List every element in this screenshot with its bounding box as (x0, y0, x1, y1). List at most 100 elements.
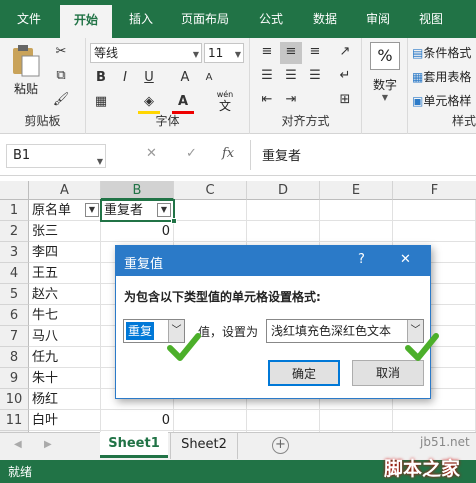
cell[interactable] (393, 221, 476, 242)
filter-dropdown-a[interactable]: ▼ (85, 203, 99, 217)
row-header[interactable]: 7 (0, 326, 29, 347)
font-color-button[interactable]: A (172, 92, 194, 114)
ok-button[interactable]: 确定 (268, 360, 340, 386)
col-header-d[interactable]: D (247, 181, 320, 200)
font-name-select[interactable]: 等线 ▼ (90, 43, 202, 63)
cell[interactable]: 王五 (29, 263, 101, 284)
name-box[interactable]: B1 ▼ (6, 144, 106, 168)
cell[interactable] (320, 200, 393, 221)
orientation-icon[interactable]: ↗ (334, 42, 356, 64)
format-select[interactable]: 浅红填充色深红色文本 ﹀ (266, 319, 424, 343)
paste-button[interactable]: 粘贴 (8, 44, 44, 96)
tab-page-layout[interactable]: 页面布局 (172, 0, 238, 38)
close-icon[interactable]: ✕ (400, 252, 411, 267)
cell[interactable]: 李四 (29, 242, 101, 263)
paste-label: 粘贴 (13, 82, 38, 96)
col-header-b[interactable]: B (101, 181, 174, 200)
col-header-f[interactable]: F (393, 181, 476, 200)
tab-review[interactable]: 审阅 (355, 0, 401, 38)
tab-file[interactable]: 文件 (6, 0, 52, 38)
fill-color-icon[interactable]: ◈ (138, 92, 160, 114)
formula-input[interactable]: 重复者 (262, 145, 301, 164)
row-header[interactable]: 1 (0, 200, 29, 221)
help-icon[interactable]: ? (358, 252, 365, 267)
cell[interactable]: 0 (101, 221, 174, 242)
font-size-select[interactable]: 11 ▼ (204, 43, 244, 63)
add-sheet-button[interactable]: + (272, 437, 289, 454)
format-as-table-button[interactable]: ▦套用表格 (412, 68, 471, 85)
decrease-font-size-button[interactable]: A (198, 68, 220, 90)
number-format-button[interactable]: % 数字 ▼ (368, 42, 402, 102)
copy-icon[interactable]: ⧉ (50, 66, 72, 88)
cell[interactable]: 杨红 (29, 389, 101, 410)
row-header[interactable]: 8 (0, 347, 29, 368)
cell[interactable] (393, 200, 476, 221)
select-all-corner[interactable] (0, 181, 29, 200)
italic-button[interactable]: I (114, 68, 136, 90)
cell[interactable]: 牛七 (29, 305, 101, 326)
cell[interactable] (174, 410, 247, 431)
col-header-e[interactable]: E (320, 181, 393, 200)
row-header[interactable]: 4 (0, 263, 29, 284)
bold-button[interactable]: B (90, 68, 112, 90)
watermark-site: jb51.net (420, 435, 470, 449)
increase-font-size-button[interactable]: A (174, 68, 196, 90)
scroll-right-icon[interactable]: ▶ (44, 439, 52, 450)
row-header[interactable]: 2 (0, 221, 29, 242)
row-header[interactable]: 10 (0, 389, 29, 410)
tab-formulas[interactable]: 公式 (248, 0, 294, 38)
merge-center-icon[interactable]: ⊞ (334, 90, 356, 112)
fill-handle[interactable] (171, 218, 177, 224)
decrease-indent-icon[interactable]: ⇤ (256, 90, 278, 112)
align-right-icon[interactable]: ☰ (304, 66, 326, 88)
cell[interactable] (247, 221, 320, 242)
tab-insert[interactable]: 插入 (118, 0, 164, 38)
conditional-format-button[interactable]: ▤条件格式 (412, 44, 471, 61)
cancel-icon[interactable]: ✕ (146, 146, 157, 161)
insert-function-icon[interactable]: fx (222, 146, 234, 161)
row-header[interactable]: 6 (0, 305, 29, 326)
cell[interactable]: 朱十 (29, 368, 101, 389)
tab-data[interactable]: 数据 (302, 0, 348, 38)
underline-button[interactable]: U (138, 68, 160, 90)
cell[interactable]: 0 (101, 410, 174, 431)
tab-view[interactable]: 视图 (408, 0, 454, 38)
confirm-icon[interactable]: ✓ (186, 146, 197, 161)
align-left-icon[interactable]: ☰ (256, 66, 278, 88)
cell-styles-button[interactable]: ▣单元格样 (412, 92, 471, 109)
wrap-text-icon[interactable]: ↵ (334, 66, 356, 88)
sheet-tab-sheet2[interactable]: Sheet2 (170, 433, 238, 459)
col-header-a[interactable]: A (29, 181, 101, 200)
col-header-c[interactable]: C (174, 181, 247, 200)
cell[interactable] (174, 200, 247, 221)
row-header[interactable]: 5 (0, 284, 29, 305)
cell[interactable]: 马八 (29, 326, 101, 347)
scroll-left-icon[interactable]: ◀ (14, 439, 22, 450)
cell[interactable] (247, 200, 320, 221)
sheet-tab-sheet1[interactable]: Sheet1 (100, 432, 168, 458)
chevron-down-icon: ▼ (192, 50, 199, 59)
cell[interactable] (393, 410, 476, 431)
increase-indent-icon[interactable]: ⇥ (280, 90, 302, 112)
align-bottom-icon[interactable]: ≡ (304, 42, 326, 64)
cell[interactable]: 张三 (29, 221, 101, 242)
cell[interactable] (320, 221, 393, 242)
tab-home[interactable]: 开始 (60, 5, 112, 38)
row-header[interactable]: 9 (0, 368, 29, 389)
row-header[interactable]: 3 (0, 242, 29, 263)
cell[interactable]: 赵六 (29, 284, 101, 305)
cell[interactable]: 白叶 (29, 410, 101, 431)
cell[interactable]: 任九 (29, 347, 101, 368)
phonetic-button[interactable]: wén 文 (212, 90, 238, 114)
cell[interactable] (174, 221, 247, 242)
row-header[interactable]: 11 (0, 410, 29, 431)
align-top-icon[interactable]: ≡ (256, 42, 278, 64)
cell[interactable] (247, 410, 320, 431)
border-icon[interactable]: ▦ (90, 92, 112, 114)
align-center-icon[interactable]: ☰ (280, 66, 302, 88)
format-painter-icon[interactable]: 🖌 (50, 90, 72, 112)
status-bar: 就绪 脚本之家 (0, 458, 476, 483)
cell[interactable] (320, 410, 393, 431)
align-middle-icon[interactable]: ≡ (280, 42, 302, 64)
cut-icon[interactable]: ✂ (50, 42, 72, 64)
